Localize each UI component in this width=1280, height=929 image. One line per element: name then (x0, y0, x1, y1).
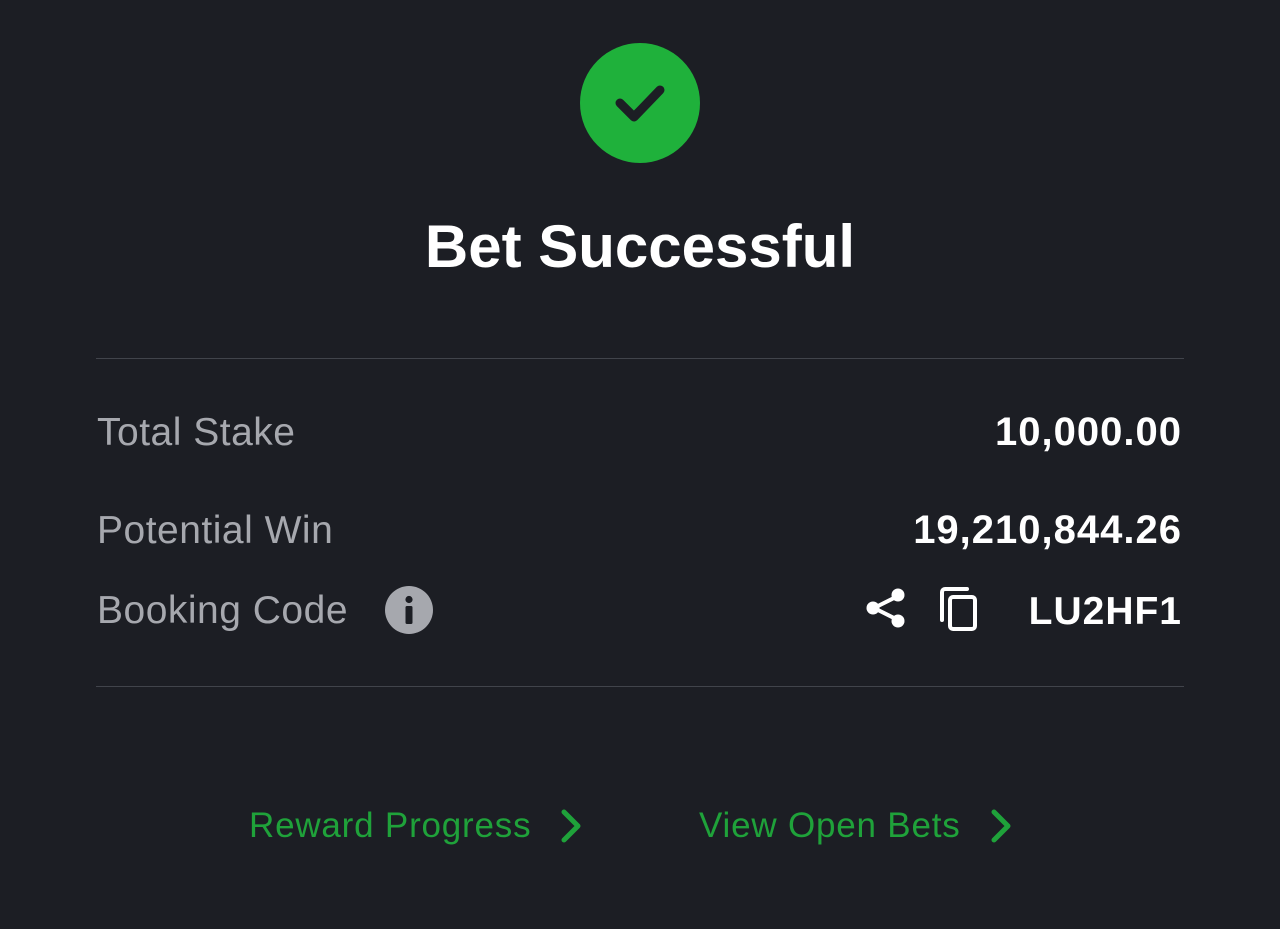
page-title: Bet Successful (424, 213, 856, 280)
share-icon[interactable] (862, 584, 910, 632)
chevron-right-icon (559, 806, 585, 846)
checkmark-circle-icon (580, 43, 700, 163)
reward-progress-label: Reward Progress (249, 806, 532, 845)
divider (96, 358, 1184, 359)
copy-icon[interactable] (934, 584, 984, 634)
chevron-right-icon (989, 806, 1015, 846)
bet-success-screen: Bet Successful Total Stake 10,000.00 Pot… (0, 0, 1280, 929)
booking-code-value[interactable]: LU2HF1 (1029, 592, 1182, 631)
info-icon[interactable] (385, 586, 433, 634)
total-stake-label: Total Stake (97, 411, 296, 454)
potential-win-value: 19,210,844.26 (913, 508, 1182, 552)
potential-win-label: Potential Win (97, 509, 334, 552)
view-open-bets-label: View Open Bets (699, 806, 961, 845)
total-stake-value: 10,000.00 (995, 410, 1182, 454)
reward-progress-link[interactable]: Reward Progress (249, 800, 585, 852)
divider (96, 686, 1184, 687)
view-open-bets-link[interactable]: View Open Bets (699, 800, 1015, 852)
booking-code-label: Booking Code (97, 589, 349, 632)
